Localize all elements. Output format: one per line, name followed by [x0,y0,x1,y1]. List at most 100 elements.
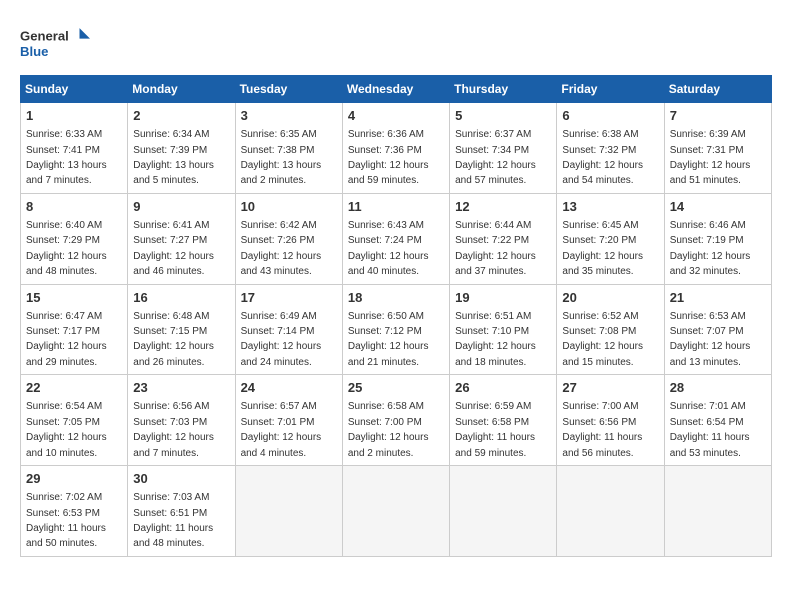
calendar-cell: 2Sunrise: 6:34 AMSunset: 7:39 PMDaylight… [128,103,235,194]
svg-text:Blue: Blue [20,44,48,59]
day-number: 30 [133,470,229,488]
day-number: 13 [562,198,658,216]
calendar-cell: 5Sunrise: 6:37 AMSunset: 7:34 PMDaylight… [450,103,557,194]
day-number: 27 [562,379,658,397]
calendar-cell: 22 Sunrise: 6:54 AMSunset: 7:05 PMDayligh… [21,375,128,466]
day-number: 28 [670,379,766,397]
calendar-week-row: 1Sunrise: 6:33 AMSunset: 7:41 PMDaylight… [21,103,772,194]
calendar-cell: 24 Sunrise: 6:57 AMSunset: 7:01 PMDayligh… [235,375,342,466]
day-number: 7 [670,107,766,125]
day-info: Sunrise: 7:00 AMSunset: 6:56 PMDaylight:… [562,401,642,458]
day-info: Sunrise: 6:41 AMSunset: 7:27 PMDaylight:… [133,220,214,277]
day-info: Sunrise: 6:43 AMSunset: 7:24 PMDaylight:… [348,220,429,277]
day-info: Sunrise: 6:59 AMSunset: 6:58 PMDaylight:… [455,401,535,458]
calendar-cell: 1Sunrise: 6:33 AMSunset: 7:41 PMDaylight… [21,103,128,194]
day-number: 14 [670,198,766,216]
day-info: Sunrise: 6:34 AMSunset: 7:39 PMDaylight:… [133,129,214,186]
day-number: 12 [455,198,551,216]
column-header-thursday: Thursday [450,76,557,103]
svg-text:General: General [20,28,69,43]
calendar-week-row: 8 Sunrise: 6:40 AMSunset: 7:29 PMDaylight… [21,193,772,284]
calendar-cell: 7 Sunrise: 6:39 AMSunset: 7:31 PMDaylight… [664,103,771,194]
day-info: Sunrise: 7:02 AMSunset: 6:53 PMDaylight:… [26,492,106,549]
day-number: 24 [241,379,337,397]
column-header-saturday: Saturday [664,76,771,103]
calendar-cell: 11 Sunrise: 6:43 AMSunset: 7:24 PMDayligh… [342,193,449,284]
day-info: Sunrise: 6:53 AMSunset: 7:07 PMDaylight:… [670,311,751,368]
day-info: Sunrise: 6:46 AMSunset: 7:19 PMDaylight:… [670,220,751,277]
day-info: Sunrise: 6:54 AMSunset: 7:05 PMDaylight:… [26,401,107,458]
day-info: Sunrise: 7:01 AMSunset: 6:54 PMDaylight:… [670,401,750,458]
calendar-cell: 4Sunrise: 6:36 AMSunset: 7:36 PMDaylight… [342,103,449,194]
day-info: Sunrise: 6:47 AMSunset: 7:17 PMDaylight:… [26,311,107,368]
calendar-cell [450,466,557,557]
column-header-sunday: Sunday [21,76,128,103]
day-info: Sunrise: 7:03 AMSunset: 6:51 PMDaylight:… [133,492,213,549]
page-header: General Blue [20,20,772,65]
day-number: 29 [26,470,122,488]
calendar-cell: 13 Sunrise: 6:45 AMSunset: 7:20 PMDayligh… [557,193,664,284]
calendar-cell: 29 Sunrise: 7:02 AMSunset: 6:53 PMDayligh… [21,466,128,557]
calendar-cell: 23Sunrise: 6:56 AMSunset: 7:03 PMDayligh… [128,375,235,466]
calendar-cell: 28 Sunrise: 7:01 AMSunset: 6:54 PMDayligh… [664,375,771,466]
day-info: Sunrise: 6:57 AMSunset: 7:01 PMDaylight:… [241,401,322,458]
day-number: 21 [670,289,766,307]
calendar-cell [664,466,771,557]
day-number: 22 [26,379,122,397]
calendar-cell [342,466,449,557]
day-info: Sunrise: 6:58 AMSunset: 7:00 PMDaylight:… [348,401,429,458]
calendar-week-row: 29 Sunrise: 7:02 AMSunset: 6:53 PMDayligh… [21,466,772,557]
day-number: 20 [562,289,658,307]
day-info: Sunrise: 6:50 AMSunset: 7:12 PMDaylight:… [348,311,429,368]
calendar-cell: 18 Sunrise: 6:50 AMSunset: 7:12 PMDayligh… [342,284,449,375]
day-number: 23 [133,379,229,397]
calendar-cell: 8 Sunrise: 6:40 AMSunset: 7:29 PMDaylight… [21,193,128,284]
day-info: Sunrise: 6:49 AMSunset: 7:14 PMDaylight:… [241,311,322,368]
calendar-cell: 6 Sunrise: 6:38 AMSunset: 7:32 PMDaylight… [557,103,664,194]
day-number: 18 [348,289,444,307]
day-info: Sunrise: 6:35 AMSunset: 7:38 PMDaylight:… [241,129,322,186]
calendar-week-row: 15 Sunrise: 6:47 AMSunset: 7:17 PMDayligh… [21,284,772,375]
day-info: Sunrise: 6:51 AMSunset: 7:10 PMDaylight:… [455,311,536,368]
day-number: 26 [455,379,551,397]
calendar-cell: 21 Sunrise: 6:53 AMSunset: 7:07 PMDayligh… [664,284,771,375]
day-info: Sunrise: 6:40 AMSunset: 7:29 PMDaylight:… [26,220,107,277]
calendar-cell: 25 Sunrise: 6:58 AMSunset: 7:00 PMDayligh… [342,375,449,466]
calendar-cell: 19 Sunrise: 6:51 AMSunset: 7:10 PMDayligh… [450,284,557,375]
calendar-cell: 27 Sunrise: 7:00 AMSunset: 6:56 PMDayligh… [557,375,664,466]
calendar-week-row: 22 Sunrise: 6:54 AMSunset: 7:05 PMDayligh… [21,375,772,466]
calendar-cell: 16Sunrise: 6:48 AMSunset: 7:15 PMDayligh… [128,284,235,375]
calendar-cell: 20 Sunrise: 6:52 AMSunset: 7:08 PMDayligh… [557,284,664,375]
day-number: 11 [348,198,444,216]
column-header-monday: Monday [128,76,235,103]
day-number: 4 [348,107,444,125]
column-header-tuesday: Tuesday [235,76,342,103]
calendar-table: SundayMondayTuesdayWednesdayThursdayFrid… [20,75,772,557]
day-number: 19 [455,289,551,307]
day-number: 1 [26,107,122,125]
calendar-cell: 14 Sunrise: 6:46 AMSunset: 7:19 PMDayligh… [664,193,771,284]
day-info: Sunrise: 6:42 AMSunset: 7:26 PMDaylight:… [241,220,322,277]
day-info: Sunrise: 6:39 AMSunset: 7:31 PMDaylight:… [670,129,751,186]
calendar-cell [557,466,664,557]
day-number: 3 [241,107,337,125]
day-number: 6 [562,107,658,125]
day-number: 25 [348,379,444,397]
day-info: Sunrise: 6:38 AMSunset: 7:32 PMDaylight:… [562,129,643,186]
day-number: 15 [26,289,122,307]
logo-svg: General Blue [20,20,90,65]
calendar-header-row: SundayMondayTuesdayWednesdayThursdayFrid… [21,76,772,103]
day-info: Sunrise: 6:52 AMSunset: 7:08 PMDaylight:… [562,311,643,368]
day-number: 8 [26,198,122,216]
calendar-cell: 3 Sunrise: 6:35 AMSunset: 7:38 PMDaylight… [235,103,342,194]
calendar-cell: 9Sunrise: 6:41 AMSunset: 7:27 PMDaylight… [128,193,235,284]
day-info: Sunrise: 6:45 AMSunset: 7:20 PMDaylight:… [562,220,643,277]
day-number: 10 [241,198,337,216]
calendar-cell: 15 Sunrise: 6:47 AMSunset: 7:17 PMDayligh… [21,284,128,375]
day-number: 5 [455,107,551,125]
day-info: Sunrise: 6:48 AMSunset: 7:15 PMDaylight:… [133,311,214,368]
column-header-friday: Friday [557,76,664,103]
day-number: 17 [241,289,337,307]
column-header-wednesday: Wednesday [342,76,449,103]
calendar-cell: 12Sunrise: 6:44 AMSunset: 7:22 PMDayligh… [450,193,557,284]
